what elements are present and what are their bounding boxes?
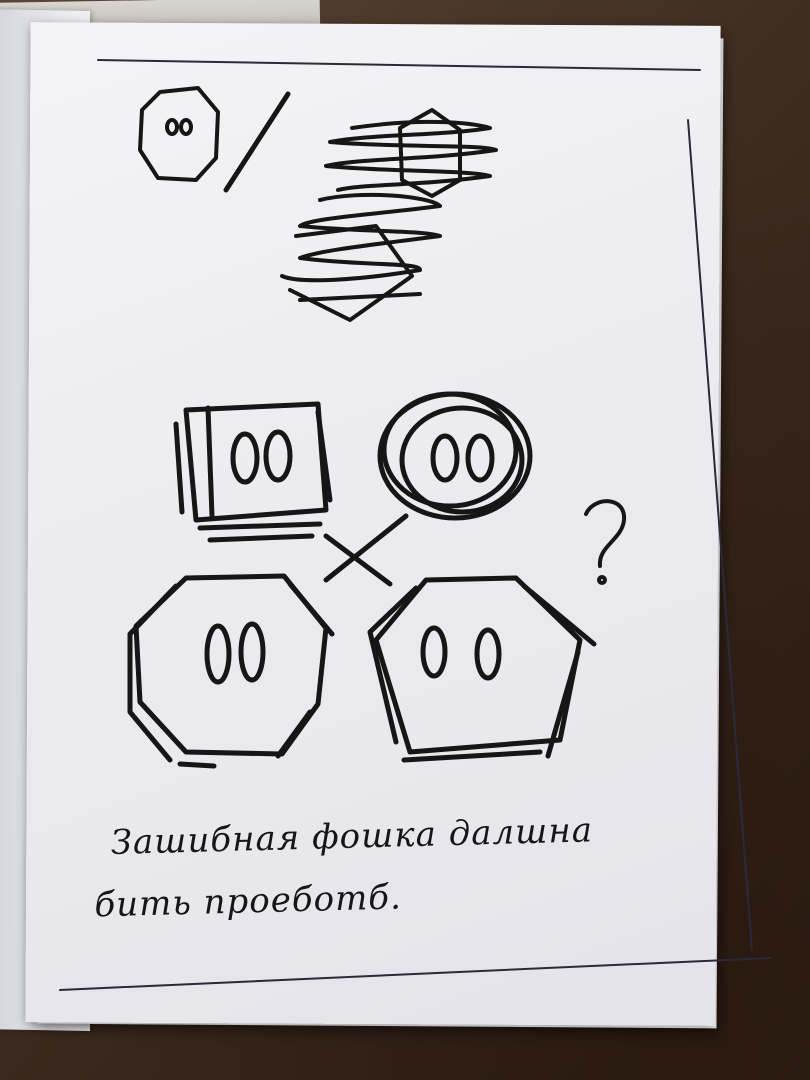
small-octagon-face bbox=[138, 86, 291, 193]
photo-scene: Зашибная фошка далшна бить проеботб. bbox=[0, 0, 810, 1080]
question-mark bbox=[584, 499, 627, 585]
scribbled-shapes bbox=[280, 108, 498, 322]
round-face bbox=[377, 391, 533, 521]
octagon-face bbox=[127, 573, 335, 769]
pentagon-face bbox=[367, 575, 597, 763]
square-face bbox=[173, 401, 333, 543]
cross-mark bbox=[323, 513, 409, 587]
handwritten-caption: Зашибная фошка далшна бить проеботб. bbox=[94, 795, 753, 936]
